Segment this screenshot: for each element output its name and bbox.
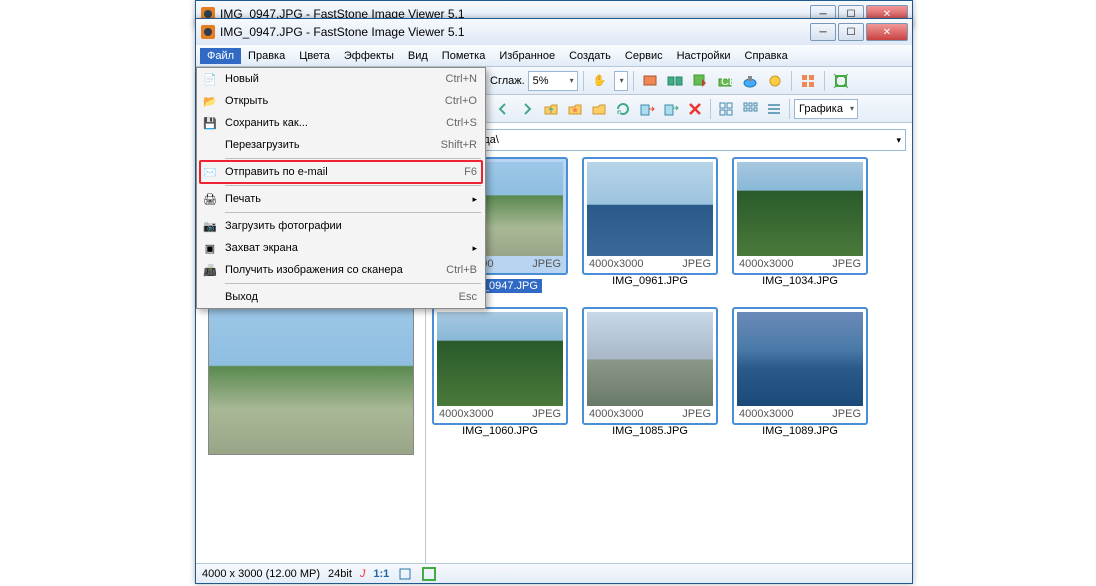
filter-combo[interactable]: Графика: [794, 99, 858, 119]
menu-эффекты[interactable]: Эффекты: [337, 48, 401, 64]
maximize-button[interactable]: ☐: [838, 23, 864, 41]
print-icon: 🖨: [202, 191, 218, 207]
view-small-icon[interactable]: [739, 98, 761, 120]
menu-создать[interactable]: Создать: [562, 48, 618, 64]
wallpaper-icon[interactable]: [764, 70, 786, 92]
thumb-filename: IMG_1089.JPG: [762, 425, 838, 437]
compare-icon[interactable]: [664, 70, 686, 92]
blank-icon: [202, 137, 218, 153]
new-folder-icon[interactable]: [588, 98, 610, 120]
file-menu-захват-экрана[interactable]: ▣Захват экрана▸: [197, 237, 485, 259]
preview-image: [208, 305, 414, 455]
status-depth: 24bit: [328, 568, 352, 580]
blank-icon: [202, 289, 218, 305]
thumbnail[interactable]: 4000x3000JPEGIMG_1089.JPG: [732, 307, 868, 437]
thumb-filename: IMG_1034.JPG: [762, 275, 838, 287]
scan-icon: 📠: [202, 262, 218, 278]
thumb-image: [587, 312, 713, 406]
file-menu-получить-изображения-со-сканера[interactable]: 📠Получить изображения со сканераCtrl+B: [197, 259, 485, 281]
thumbnail[interactable]: 4000x3000JPEGIMG_1085.JPG: [582, 307, 718, 437]
titlebar: IMG_0947.JPG - FastStone Image Viewer 5.…: [196, 19, 912, 45]
statusbar: 4000 x 3000 (12.00 MP) 24bit J 1:1: [196, 563, 912, 583]
fit-icon[interactable]: [830, 70, 852, 92]
minimize-button[interactable]: ─: [810, 23, 836, 41]
hand-dropdown[interactable]: [614, 71, 628, 91]
back-icon[interactable]: [492, 98, 514, 120]
main-window: IMG_0947.JPG - FastStone Image Viewer 5.…: [195, 18, 913, 584]
view-list-icon[interactable]: [763, 98, 785, 120]
scan-icon[interactable]: [739, 70, 761, 92]
trash-icon[interactable]: [909, 131, 912, 149]
status-jpeg-icon: J: [360, 568, 366, 580]
rename-icon[interactable]: CB: [714, 70, 736, 92]
view-large-icon[interactable]: [715, 98, 737, 120]
forward-icon[interactable]: [516, 98, 538, 120]
menu-пометка[interactable]: Пометка: [435, 48, 493, 64]
file-menu-перезагрузить[interactable]: ПерезагрузитьShift+R: [197, 134, 485, 156]
cam-icon: 📷: [202, 218, 218, 234]
copy-to-icon[interactable]: [636, 98, 658, 120]
svg-text:CB: CB: [721, 76, 733, 88]
thumb-image: [737, 312, 863, 406]
menu-вид[interactable]: Вид: [401, 48, 435, 64]
menubar: ФайлПравкаЦветаЭффектыВидПометкаИзбранно…: [196, 45, 912, 67]
move-to-icon[interactable]: [660, 98, 682, 120]
file-menu-новый[interactable]: 📄НовыйCtrl+N: [197, 68, 485, 90]
delete-icon[interactable]: [684, 98, 706, 120]
thumb-filename: IMG_1060.JPG: [462, 425, 538, 437]
favorites-icon[interactable]: [564, 98, 586, 120]
thumbnail[interactable]: 4000x3000JPEGIMG_1034.JPG: [732, 157, 868, 293]
batch-icon[interactable]: [689, 70, 711, 92]
path-bar[interactable]: то\Природа\ ▾: [432, 129, 906, 151]
zoom-combo[interactable]: 5%: [528, 71, 578, 91]
mail-icon: ✉️: [202, 164, 218, 180]
slideshow-icon[interactable]: [639, 70, 661, 92]
menu-справка[interactable]: Справка: [738, 48, 795, 64]
menu-правка[interactable]: Правка: [241, 48, 292, 64]
thumb-image: [587, 162, 713, 256]
status-dimensions: 4000 x 3000 (12.00 MP): [202, 568, 320, 580]
file-menu-открыть[interactable]: 📂ОткрытьCtrl+O: [197, 90, 485, 112]
thumbnail[interactable]: 4000x3000JPEGIMG_1060.JPG: [432, 307, 568, 437]
thumb-filename: IMG_0961.JPG: [612, 275, 688, 287]
smooth-label: Сглаж.: [490, 75, 525, 87]
capture-icon: ▣: [202, 240, 218, 256]
contact-sheet-icon[interactable]: [797, 70, 819, 92]
file-menu-выход[interactable]: ВыходEsc: [197, 286, 485, 308]
file-menu-загрузить-фотографии[interactable]: 📷Загрузить фотографии: [197, 215, 485, 237]
menu-цвета[interactable]: Цвета: [292, 48, 337, 64]
thumb-filename: IMG_1085.JPG: [612, 425, 688, 437]
up-folder-icon[interactable]: [540, 98, 562, 120]
file-menu-печать[interactable]: 🖨Печать▸: [197, 188, 485, 210]
thumbnails-area: то\Природа\ ▾ 4000x3000JPEGIMG_0947.JPG4…: [426, 123, 912, 563]
close-button[interactable]: ✕: [866, 23, 908, 41]
refresh-icon[interactable]: [612, 98, 634, 120]
app-icon: [200, 24, 216, 40]
save-icon: 💾: [202, 115, 218, 131]
status-ratio: 1:1: [373, 568, 389, 580]
status-fit-icon[interactable]: [397, 566, 413, 582]
hand-tool-icon[interactable]: ✋: [589, 70, 611, 92]
window-title: IMG_0947.JPG - FastStone Image Viewer 5.…: [220, 25, 810, 39]
thumb-image: [437, 312, 563, 406]
menu-настройки[interactable]: Настройки: [670, 48, 738, 64]
menu-файл[interactable]: Файл: [200, 48, 241, 64]
file-menu-отправить-по-e-mail[interactable]: ✉️Отправить по e-mailF6: [197, 161, 485, 183]
open-icon: 📂: [202, 93, 218, 109]
status-fullscreen-icon[interactable]: [421, 566, 437, 582]
file-menu-сохранить-как-[interactable]: 💾Сохранить как...Ctrl+S: [197, 112, 485, 134]
menu-сервис[interactable]: Сервис: [618, 48, 670, 64]
thumb-image: [737, 162, 863, 256]
new-icon: 📄: [202, 71, 218, 87]
thumbnail[interactable]: 4000x3000JPEGIMG_0961.JPG: [582, 157, 718, 293]
menu-избранное[interactable]: Избранное: [492, 48, 562, 64]
file-menu-dropdown: 📄НовыйCtrl+N📂ОткрытьCtrl+O💾Сохранить как…: [196, 67, 486, 309]
